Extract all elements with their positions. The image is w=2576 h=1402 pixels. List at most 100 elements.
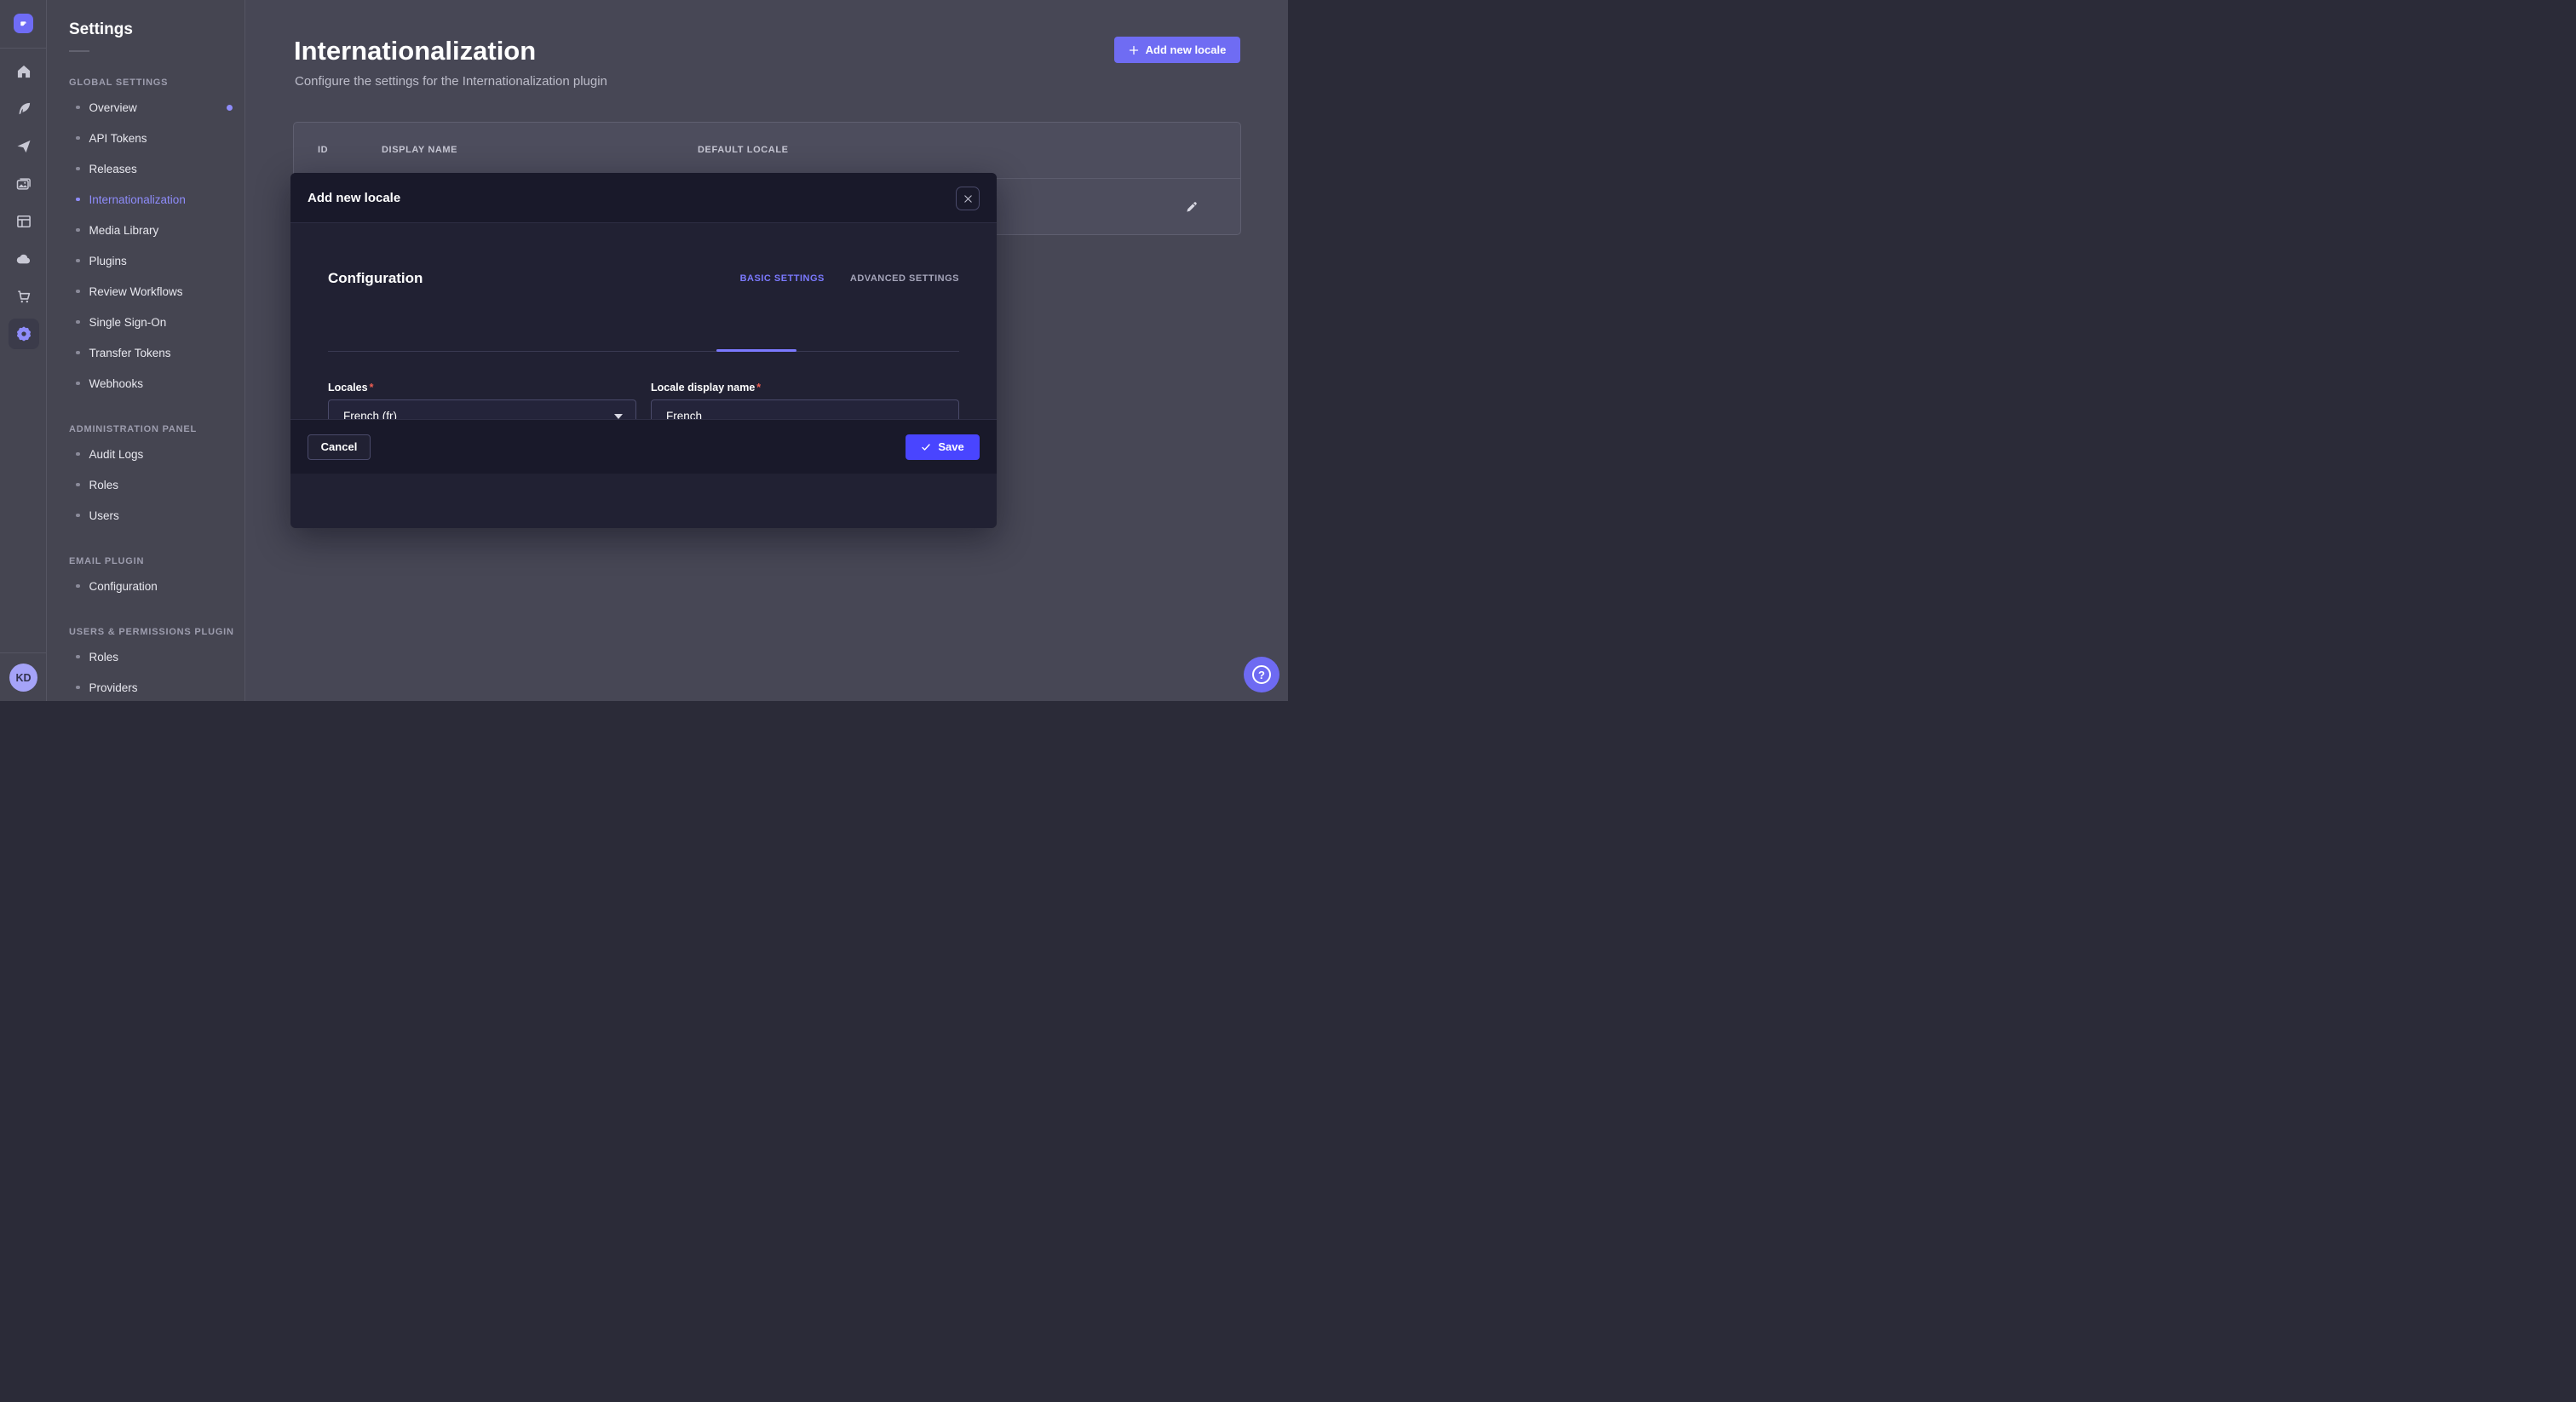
add-new-locale-button[interactable]: Add new locale <box>1114 37 1240 63</box>
display-name-label-text: Locale display name <box>651 382 755 394</box>
sidebar-item-label: Releases <box>89 163 137 175</box>
active-tab-indicator <box>716 349 796 352</box>
bullet-icon <box>76 259 80 263</box>
sidebar-item-configuration[interactable]: Configuration <box>69 571 244 601</box>
modal-close-button[interactable] <box>956 187 980 210</box>
rail-divider-top <box>0 48 47 49</box>
strapi-logo-icon[interactable] <box>14 14 33 33</box>
sidebar-item-label: API Tokens <box>89 132 147 145</box>
tab-basic-settings[interactable]: BASIC SETTINGS <box>740 273 825 284</box>
sidebar-item-webhooks[interactable]: Webhooks <box>69 368 244 399</box>
sidebar-item-review-workflows[interactable]: Review Workflows <box>69 276 244 307</box>
sidebar-item-label: Configuration <box>89 580 158 593</box>
bullet-icon <box>76 686 80 690</box>
save-button[interactable]: Save <box>906 434 980 460</box>
sidebar-item-api-tokens[interactable]: API Tokens <box>69 123 244 153</box>
sidebar-item-label: Media Library <box>89 224 159 237</box>
bullet-icon <box>76 584 80 589</box>
bullet-icon <box>76 228 80 233</box>
bullet-icon <box>76 483 80 487</box>
avatar[interactable]: KD <box>9 664 37 692</box>
bullet-icon <box>76 167 80 171</box>
section-list: Audit LogsRoles Users <box>69 439 244 531</box>
column-header-id: ID <box>318 145 328 155</box>
sidebar-item-label: Single Sign-On <box>89 316 167 329</box>
sidebar-item-label: Webhooks <box>89 377 144 390</box>
media-library-icon[interactable] <box>9 169 39 199</box>
sidebar-item-label: Providers <box>89 681 138 694</box>
sidebar-item-internationalization[interactable]: Internationalization <box>69 184 244 215</box>
section-list: Overview API Tokens Releases Internationali… <box>69 92 244 399</box>
sidebar-item-roles[interactable]: Roles <box>69 641 244 672</box>
sidebar-title: Settings <box>69 20 244 39</box>
sidebar-item-audit-logs[interactable]: Audit Logs <box>69 439 244 469</box>
icon-rail: KD <box>0 0 47 701</box>
display-name-label: Locale display name* <box>651 382 959 394</box>
save-label: Save <box>938 440 963 453</box>
sidebar-item-single-sign-on[interactable]: Single Sign-On <box>69 307 244 337</box>
sidebar-item-label: Plugins <box>89 255 127 267</box>
check-icon <box>921 442 931 452</box>
sidebar-item-roles[interactable]: Roles <box>69 469 244 500</box>
bullet-icon <box>76 382 80 386</box>
sidebar-item-releases[interactable]: Releases <box>69 153 244 184</box>
settings-sidebar: Settings GLOBAL SETTINGS Overview API Toke… <box>47 0 245 701</box>
help-button[interactable]: ? <box>1244 657 1279 692</box>
rail-divider-bottom <box>0 652 47 653</box>
edit-locale-button[interactable] <box>1184 199 1199 215</box>
settings-tabs: BASIC SETTINGS ADVANCED SETTINGS <box>740 273 959 284</box>
sidebar-item-label: Transfer Tokens <box>89 347 171 359</box>
bullet-icon <box>76 320 80 325</box>
sidebar-item-transfer-tokens[interactable]: Transfer Tokens <box>69 337 244 368</box>
cancel-button[interactable]: Cancel <box>308 434 371 460</box>
bullet-icon <box>76 290 80 294</box>
add-new-locale-label: Add new locale <box>1146 43 1227 56</box>
locales-label-text: Locales <box>328 382 368 394</box>
required-asterisk: * <box>370 382 374 394</box>
help-icon: ? <box>1252 665 1271 684</box>
plus-icon <box>1129 45 1139 55</box>
tab-advanced-settings[interactable]: ADVANCED SETTINGS <box>850 273 959 284</box>
pencil-icon <box>1184 199 1199 215</box>
sidebar-item-label: Internationalization <box>89 193 186 206</box>
bullet-icon <box>76 351 80 355</box>
bullet-icon <box>76 452 80 457</box>
section-label: USERS & PERMISSIONS PLUGIN <box>69 627 244 637</box>
column-header-default-locale: DEFAULT LOCALE <box>698 145 789 155</box>
section-label: EMAIL PLUGIN <box>69 556 244 566</box>
configuration-header-row: Configuration BASIC SETTINGSADVANCED SET… <box>328 223 959 287</box>
layout-icon[interactable] <box>9 206 39 237</box>
cloud-icon[interactable] <box>9 244 39 274</box>
sidebar-item-label: Roles <box>89 651 119 664</box>
notification-dot <box>227 105 233 111</box>
cart-icon[interactable] <box>9 281 39 312</box>
modal-footer: Cancel Save <box>290 419 997 474</box>
page-title: Internationalization <box>294 36 536 66</box>
modal-body: Configuration BASIC SETTINGSADVANCED SET… <box>290 223 997 474</box>
gear-icon[interactable] <box>9 319 39 349</box>
tabs-divider <box>328 351 959 352</box>
sidebar-item-users[interactable]: Users <box>69 500 244 531</box>
bullet-icon <box>76 655 80 659</box>
modal-title: Add new locale <box>308 191 400 205</box>
sidebar-item-overview[interactable]: Overview <box>69 92 244 123</box>
home-icon[interactable] <box>9 56 39 87</box>
sidebar-sections: GLOBAL SETTINGS Overview API Tokens Release… <box>69 78 244 701</box>
sidebar-item-label: Review Workflows <box>89 285 183 298</box>
sidebar-item-providers[interactable]: Providers <box>69 672 244 701</box>
sidebar-item-label: Users <box>89 509 119 522</box>
paper-plane-icon[interactable] <box>9 131 39 162</box>
section-list: Configuration <box>69 571 244 601</box>
sidebar-item-plugins[interactable]: Plugins <box>69 245 244 276</box>
bullet-icon <box>76 136 80 141</box>
section-label: GLOBAL SETTINGS <box>69 78 244 88</box>
close-icon <box>963 194 973 204</box>
rail-icons <box>0 56 47 356</box>
bullet-icon <box>76 106 80 110</box>
add-locale-modal: Add new locale Configuration BASIC SETTI… <box>290 173 997 528</box>
modal-header: Add new locale <box>290 173 997 223</box>
feather-icon[interactable] <box>9 94 39 124</box>
sidebar-item-media-library[interactable]: Media Library <box>69 215 244 245</box>
bullet-icon <box>76 198 80 202</box>
locales-label: Locales* <box>328 382 636 394</box>
